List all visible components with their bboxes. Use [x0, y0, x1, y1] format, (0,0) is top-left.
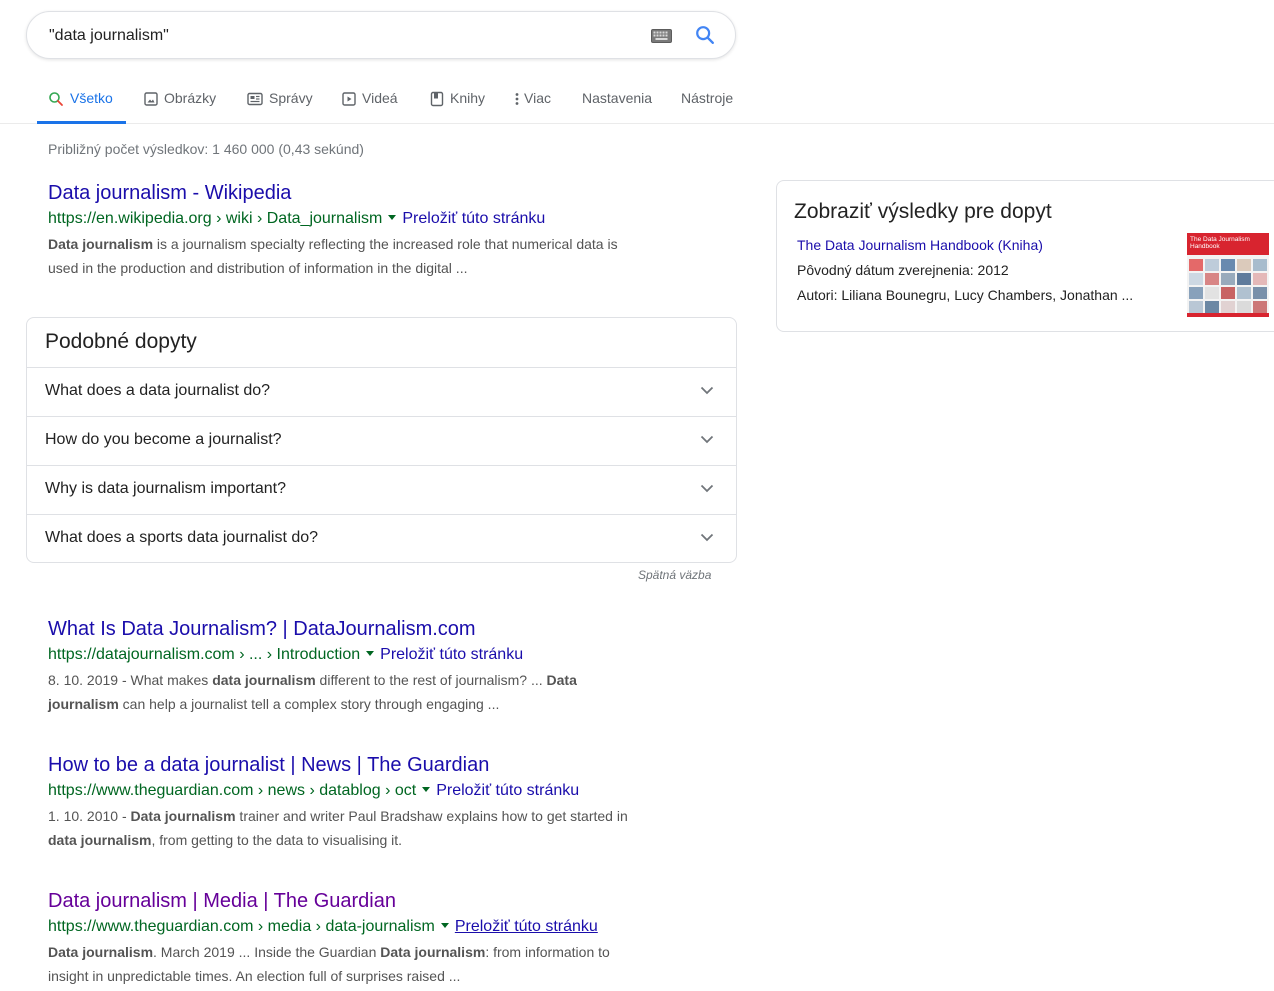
news-icon: [247, 92, 263, 106]
result-snippet: Data journalism. March 2019 ... Inside t…: [48, 940, 708, 988]
result-snippet: Data journalism is a journalism specialt…: [48, 232, 708, 280]
snippet-highlight: Data journalism: [380, 944, 486, 960]
book-icon: [430, 91, 444, 107]
chevron-down-icon: [700, 435, 714, 444]
publication-date: Pôvodný dátum zverejnenia: 2012: [797, 262, 1009, 278]
book-cover-image: The Data Journalism Handbook: [1187, 233, 1269, 317]
tab-images[interactable]: Obrázky: [144, 90, 216, 124]
tab-all[interactable]: Všetko: [37, 90, 126, 124]
translate-link[interactable]: Preložiť túto stránku: [380, 646, 523, 663]
dropdown-caret-icon[interactable]: [388, 215, 397, 221]
tab-label: Nastavenia: [582, 90, 653, 106]
result-url: https://www.theguardian.com › news › dat…: [48, 780, 708, 802]
snippet-highlight: journalism: [48, 696, 119, 712]
snippet-text: used in the production and distribution …: [48, 260, 468, 276]
tab-label: Obrázky: [164, 90, 217, 106]
video-icon: [342, 92, 356, 106]
tab-label: Nástroje: [681, 90, 734, 106]
result-snippet: 1. 10. 2010 - Data journalism trainer an…: [48, 804, 708, 852]
chevron-down-icon: [700, 484, 714, 493]
question-text: What does a sports data journalist do?: [45, 529, 319, 546]
dropdown-caret-icon[interactable]: [440, 923, 449, 929]
question-text: Why is data journalism important?: [45, 480, 286, 497]
result-snippet: 8. 10. 2019 - What makes data journalism…: [48, 668, 708, 716]
snippet-text: . March 2019 ... Inside the Guardian: [153, 944, 381, 960]
related-question[interactable]: How do you become a journalist?: [27, 416, 736, 465]
snippet-highlight: Data journalism: [48, 236, 154, 252]
search-result: Data journalism | Media | The Guardian h…: [48, 888, 708, 988]
result-url: https://datajournalism.com › ... › Intro…: [48, 644, 708, 666]
related-question[interactable]: Why is data journalism important?: [27, 465, 736, 514]
snippet-text: 8. 10. 2019 - What makes: [48, 672, 213, 688]
search-result: Data journalism - Wikipedia https://en.w…: [48, 180, 708, 280]
related-question[interactable]: What does a sports data journalist do?: [27, 514, 736, 563]
tab-books[interactable]: Knihy: [430, 90, 485, 124]
knowledge-panel: Zobraziť výsledky pre dopyt The Data Jou…: [776, 180, 1274, 332]
related-questions-panel: Podobné dopyty What does a data journali…: [26, 317, 737, 563]
tab-label: Videá: [362, 90, 398, 106]
snippet-text: 1. 10. 2010 -: [48, 808, 131, 824]
related-questions-title: Podobné dopyty: [45, 330, 197, 353]
result-title-link[interactable]: Data journalism | Media | The Guardian: [48, 888, 708, 914]
translate-link[interactable]: Preložiť túto stránku: [455, 918, 598, 935]
related-question[interactable]: What does a data journalist do?: [27, 367, 736, 416]
result-title-link[interactable]: Data journalism - Wikipedia: [48, 180, 708, 206]
search-box[interactable]: [26, 11, 736, 59]
result-stats: Približný počet výsledkov: 1 460 000 (0,…: [48, 141, 364, 157]
result-url-text: https://datajournalism.com › ... › Intro…: [48, 646, 361, 663]
tab-more[interactable]: Viac: [514, 90, 551, 124]
tab-label: Knihy: [450, 90, 486, 106]
book-cover-thumbnail[interactable]: The Data Journalism Handbook: [1187, 233, 1269, 317]
snippet-text: : from information to: [485, 944, 610, 960]
search-tabs: Všetko Obrázky Správy Videá Knihy Viac N…: [0, 76, 1274, 124]
search-icon[interactable]: [694, 24, 716, 46]
snippet-text: trainer and writer Paul Bradshaw explain…: [235, 808, 628, 824]
dropdown-caret-icon[interactable]: [422, 787, 431, 793]
tab-label: Všetko: [70, 90, 113, 106]
result-url: https://www.theguardian.com › media › da…: [48, 916, 708, 938]
knowledge-panel-title: Zobraziť výsledky pre dopyt: [794, 200, 1052, 223]
tab-settings[interactable]: Nastavenia: [582, 90, 652, 124]
snippet-highlight: data journalism: [48, 832, 152, 848]
search-result: How to be a data journalist | News | The…: [48, 752, 708, 852]
book-link[interactable]: The Data Journalism Handbook (Kniha): [797, 237, 1043, 253]
snippet-text: , from getting to the data to visualisin…: [151, 832, 403, 848]
cover-title-text: The Data Journalism: [1190, 236, 1250, 243]
chevron-down-icon: [700, 533, 714, 542]
translate-link[interactable]: Preložiť túto stránku: [436, 782, 579, 799]
snippet-text: insight in unpredictable times. An elect…: [48, 968, 461, 984]
result-url-text: https://www.theguardian.com › news › dat…: [48, 782, 417, 799]
snippet-text: different to the rest of journalism? ...: [315, 672, 547, 688]
result-url-text: https://en.wikipedia.org › wiki › Data_j…: [48, 210, 383, 227]
snippet-highlight: Data: [546, 672, 577, 688]
snippet-highlight: data journalism: [212, 672, 316, 688]
tab-label: Správy: [269, 90, 313, 106]
book-authors: Autori: Liliana Bounegru, Lucy Chambers,…: [797, 287, 1134, 303]
feedback-link[interactable]: Spätná väzba: [638, 568, 711, 582]
result-title-link[interactable]: What Is Data Journalism? | DataJournalis…: [48, 616, 708, 642]
translate-link[interactable]: Preložiť túto stránku: [402, 210, 545, 227]
tab-news[interactable]: Správy: [247, 90, 313, 124]
tab-tools[interactable]: Nástroje: [681, 90, 733, 124]
cover-title-text: Handbook: [1190, 243, 1220, 250]
image-icon: [144, 92, 158, 106]
snippet-text: can help a journalist tell a complex sto…: [118, 696, 500, 712]
chevron-down-icon: [700, 386, 714, 395]
search-result: What Is Data Journalism? | DataJournalis…: [48, 616, 708, 716]
question-text: What does a data journalist do?: [45, 382, 271, 399]
keyboard-icon[interactable]: [651, 29, 672, 43]
snippet-text: is a journalism specialty reflecting the…: [153, 236, 618, 252]
question-text: How do you become a journalist?: [45, 431, 282, 448]
result-title-link[interactable]: How to be a data journalist | News | The…: [48, 752, 708, 778]
result-url-text: https://www.theguardian.com › media › da…: [48, 918, 435, 935]
tab-label: Viac: [524, 90, 551, 106]
search-icon: [49, 92, 63, 106]
dropdown-caret-icon[interactable]: [366, 651, 375, 657]
more-vert-icon: [515, 93, 519, 105]
result-url: https://en.wikipedia.org › wiki › Data_j…: [48, 208, 708, 230]
snippet-highlight: Data journalism: [130, 808, 236, 824]
snippet-highlight: Data journalism: [48, 944, 154, 960]
search-input[interactable]: [49, 24, 629, 48]
tab-videos[interactable]: Videá: [342, 90, 398, 124]
